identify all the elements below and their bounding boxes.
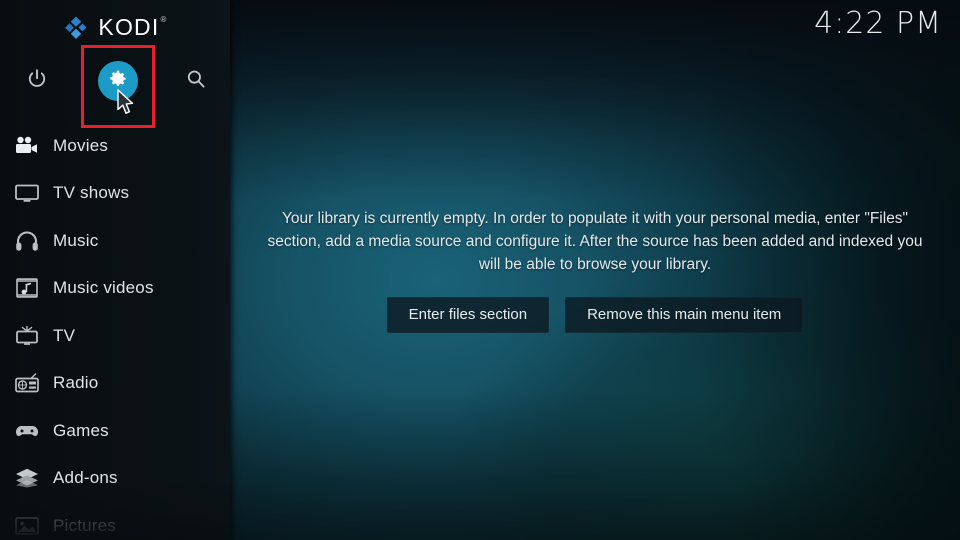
sidebar-item-radio[interactable]: Radio [0, 360, 230, 408]
sidebar-toolbar [0, 58, 230, 104]
sidebar-item-addons[interactable]: Add-ons [0, 455, 230, 503]
settings-button[interactable] [95, 58, 141, 104]
sidebar-item-music-videos[interactable]: Music videos [0, 265, 230, 313]
tv-antenna-icon [8, 321, 46, 351]
headphones-icon [8, 226, 46, 256]
sidebar-item-games[interactable]: Games [0, 407, 230, 455]
enter-files-section-button[interactable]: Enter files section [386, 297, 550, 333]
gear-icon [108, 69, 128, 94]
search-icon [185, 68, 207, 95]
sidebar-item-label: Add-ons [53, 468, 118, 488]
power-button[interactable] [14, 58, 60, 104]
kodi-wordmark: KODI® [98, 13, 168, 40]
gamepad-icon [8, 416, 46, 446]
music-film-icon [8, 273, 46, 303]
sidebar-item-label: Music videos [53, 278, 154, 298]
kodi-home-screen: 4:22 PM Your library is currently empty.… [0, 0, 960, 540]
sidebar-item-label: TV [53, 325, 76, 345]
radio-icon [8, 368, 46, 398]
remove-main-menu-item-button[interactable]: Remove this main menu item [565, 297, 804, 333]
sidebar-item-label: Pictures [53, 515, 117, 535]
sidebar-item-label: Games [53, 420, 109, 440]
sidebar-item-label: Radio [53, 373, 99, 393]
empty-library-message: Your library is currently empty. In orde… [267, 210, 923, 273]
movie-camera-icon [8, 131, 46, 161]
sidebar-item-label: Movies [53, 135, 109, 155]
action-button-row: Enter files section Remove this main men… [386, 297, 804, 333]
sidebar-item-music[interactable]: Music [0, 217, 230, 265]
television-icon [8, 178, 46, 208]
power-icon [26, 68, 48, 95]
sidebar: KODI® Movies TV shows Music Music videos… [0, 0, 230, 540]
sidebar-item-pictures[interactable]: Pictures [0, 502, 230, 540]
sidebar-item-label: TV shows [53, 183, 130, 203]
main-content: Your library is currently empty. In orde… [230, 0, 960, 540]
settings-button-circle [98, 61, 138, 101]
addons-box-icon [8, 463, 46, 493]
main-menu: Movies TV shows Music Music videos TV Ra… [0, 122, 230, 540]
sidebar-item-label: Music [53, 230, 99, 250]
sidebar-item-movies[interactable]: Movies [0, 122, 230, 170]
sidebar-item-tv[interactable]: TV [0, 312, 230, 360]
kodi-logo: KODI® [0, 12, 230, 44]
sidebar-item-tv-shows[interactable]: TV shows [0, 170, 230, 218]
picture-icon [8, 511, 46, 540]
kodi-logo-mark-icon [63, 15, 89, 41]
search-button[interactable] [173, 58, 219, 104]
